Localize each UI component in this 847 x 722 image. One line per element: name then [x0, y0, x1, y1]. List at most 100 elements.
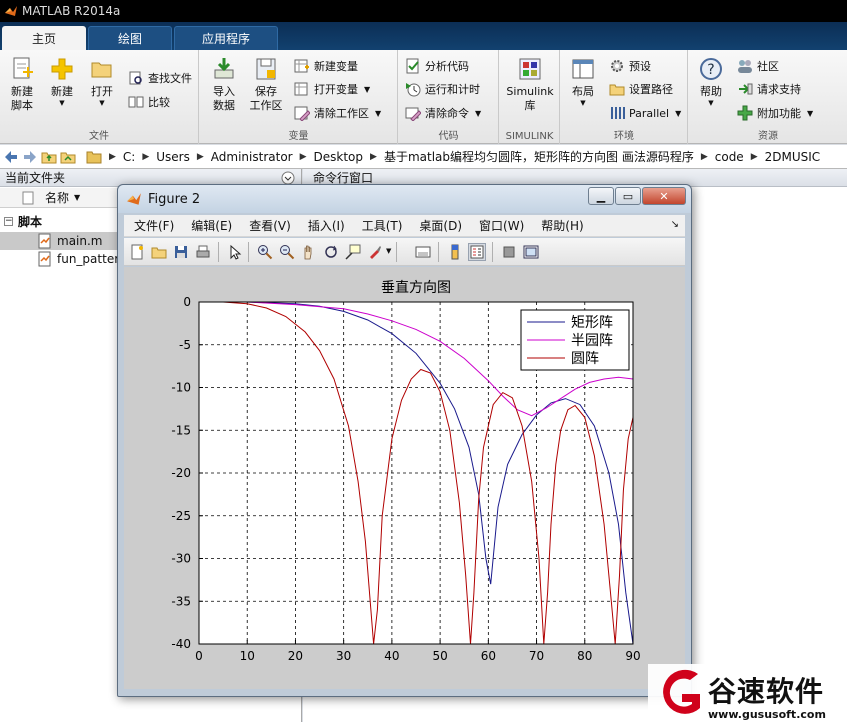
zoom-out-button[interactable]	[278, 243, 296, 261]
tab-plots[interactable]: 绘图	[88, 26, 172, 50]
maximize-button[interactable]: ▭	[615, 187, 641, 205]
panel-actions-icon[interactable]	[281, 171, 295, 185]
breadcrumb-item[interactable]: Desktop	[314, 150, 364, 164]
parallel-icon	[611, 107, 625, 119]
breadcrumb-item[interactable]: Users	[156, 150, 190, 164]
preferences-button[interactable]: 预设	[609, 56, 651, 76]
import-data-label-1: 导入	[213, 85, 235, 98]
menu-help[interactable]: 帮助(H)	[541, 217, 583, 234]
breadcrumb-separator-icon: ▶	[109, 151, 116, 162]
figure-titlebar[interactable]: Figure 2 ▁ ▭ ✕	[118, 185, 691, 213]
y-tick-label: -25	[171, 509, 191, 523]
request-support-button[interactable]: 请求支持	[737, 79, 801, 99]
clear-commands-label: 清除命令	[425, 107, 469, 120]
find-files-label: 查找文件	[148, 72, 192, 85]
rotate-icon	[325, 245, 337, 258]
menu-file[interactable]: 文件(F)	[134, 217, 174, 234]
hide-plot-tools-button[interactable]	[500, 243, 518, 261]
brush-dropdown-icon[interactable]: ▼	[386, 247, 391, 255]
simulink-library-button[interactable]: Simulink 库	[506, 56, 554, 124]
menu-insert[interactable]: 插入(I)	[308, 217, 345, 234]
minimize-button[interactable]: ▁	[588, 187, 614, 205]
open-variable-button[interactable]: 打开变量 ▼	[294, 79, 370, 99]
set-path-button[interactable]: 设置路径	[609, 79, 673, 99]
show-plot-tools-button[interactable]	[522, 243, 540, 261]
tab-apps[interactable]: 应用程序	[174, 26, 278, 50]
open-file-button[interactable]	[150, 243, 168, 261]
new-label: 新建	[51, 85, 73, 98]
up-folder-icon[interactable]	[41, 149, 57, 165]
collapse-icon[interactable]: −	[4, 217, 13, 226]
legend-button[interactable]	[468, 243, 486, 261]
new-variable-button[interactable]: 新建变量	[294, 56, 358, 76]
back-arrow-icon[interactable]	[3, 149, 19, 165]
pan-button[interactable]	[300, 243, 318, 261]
folder-open-icon	[91, 62, 112, 78]
matlab-logo-icon	[127, 193, 141, 205]
import-data-button[interactable]: 导入 数据	[204, 56, 244, 124]
breadcrumb-item[interactable]: code	[715, 150, 744, 164]
compare-button[interactable]: 比较	[128, 92, 170, 112]
new-button[interactable]: 新建 ▼	[42, 56, 82, 124]
open-button[interactable]: 打开 ▼	[82, 56, 122, 124]
help-dropdown-icon: ▼	[708, 99, 714, 107]
chart-title: 垂直方向图	[381, 279, 451, 296]
menu-tools[interactable]: 工具(T)	[362, 217, 403, 234]
help-icon: ?	[700, 58, 722, 80]
folder-icon	[86, 151, 102, 163]
colorbar-button[interactable]	[446, 243, 464, 261]
legend-label: 圆阵	[571, 351, 599, 367]
menu-view[interactable]: 查看(V)	[249, 217, 291, 234]
breadcrumb-item[interactable]: C:	[123, 150, 135, 164]
breadcrumb-item[interactable]: 2DMUSIC	[765, 150, 821, 164]
dock-arrow-icon[interactable]: ↘	[671, 219, 679, 230]
save-figure-button[interactable]	[172, 243, 190, 261]
analyze-code-button[interactable]: 分析代码	[405, 56, 469, 76]
forward-arrow-icon[interactable]	[22, 149, 38, 165]
parallel-button[interactable]: Parallel ▼	[609, 103, 681, 123]
run-and-time-button[interactable]: 运行和计时	[405, 79, 480, 99]
compare-label: 比较	[148, 96, 170, 109]
community-button[interactable]: 社区	[737, 56, 779, 76]
y-tick-label: -10	[171, 381, 191, 395]
new-variable-label: 新建变量	[314, 60, 358, 73]
tab-home[interactable]: 主页	[2, 26, 86, 50]
browse-folder-icon[interactable]	[60, 149, 76, 165]
menu-edit[interactable]: 编辑(E)	[191, 217, 232, 234]
print-figure-button[interactable]	[194, 243, 212, 261]
save-workspace-button[interactable]: 保存 工作区	[244, 56, 288, 124]
close-button[interactable]: ✕	[642, 187, 686, 205]
link-plot-button[interactable]	[414, 243, 432, 261]
help-button[interactable]: ? 帮助 ▼	[691, 56, 731, 124]
new-figure-button[interactable]	[128, 243, 146, 261]
zoom-in-button[interactable]	[256, 243, 274, 261]
add-ons-button[interactable]: 附加功能 ▼	[737, 103, 813, 123]
new-script-label-2: 脚本	[11, 99, 33, 112]
new-script-button[interactable]: 新建 脚本	[2, 56, 42, 124]
clear-workspace-dropdown-icon: ▼	[375, 108, 382, 118]
data-cursor-button[interactable]	[344, 243, 362, 261]
clear-commands-button[interactable]: 清除命令 ▼	[405, 103, 481, 123]
chart[interactable]: 垂直方向图 0 10 20 30 40 50 60 70 80 90 0 -5 -10 -15 -20 -25 -…	[124, 267, 685, 689]
address-bar: ▶ C: ▶ Users ▶ Administrator ▶ Desktop ▶…	[0, 145, 847, 169]
ribbon-group-environment: 布局 ▼ 预设 设置路径 Parallel ▼ 环境	[561, 50, 688, 144]
find-files-button[interactable]: 查找文件	[128, 68, 192, 88]
matlab-logo-icon	[5, 6, 17, 16]
edit-plot-button[interactable]	[226, 243, 244, 261]
add-ons-icon	[737, 105, 753, 121]
clear-workspace-button[interactable]: 清除工作区 ▼	[294, 103, 381, 123]
watermark-url: www.gususoft.com	[708, 708, 826, 721]
menu-window[interactable]: 窗口(W)	[479, 217, 524, 234]
figure-window: Figure 2 ▁ ▭ ✕ 文件(F) 编辑(E) 查看(V) 插入(I) 工…	[117, 184, 692, 697]
x-tick-label: 40	[384, 649, 399, 663]
print-icon	[196, 245, 210, 258]
breadcrumb-item[interactable]: 基于matlab编程均匀圆阵，矩形阵的方向图 画法源码程序	[384, 148, 694, 165]
y-tick-label: -30	[171, 552, 191, 566]
menu-desktop[interactable]: 桌面(D)	[419, 217, 462, 234]
layout-button[interactable]: 布局 ▼	[563, 56, 603, 124]
x-tick-label: 70	[529, 649, 544, 663]
rotate-3d-button[interactable]	[322, 243, 340, 261]
x-tick-label: 0	[195, 649, 203, 663]
breadcrumb-item[interactable]: Administrator	[211, 150, 293, 164]
brush-button[interactable]	[366, 243, 384, 261]
